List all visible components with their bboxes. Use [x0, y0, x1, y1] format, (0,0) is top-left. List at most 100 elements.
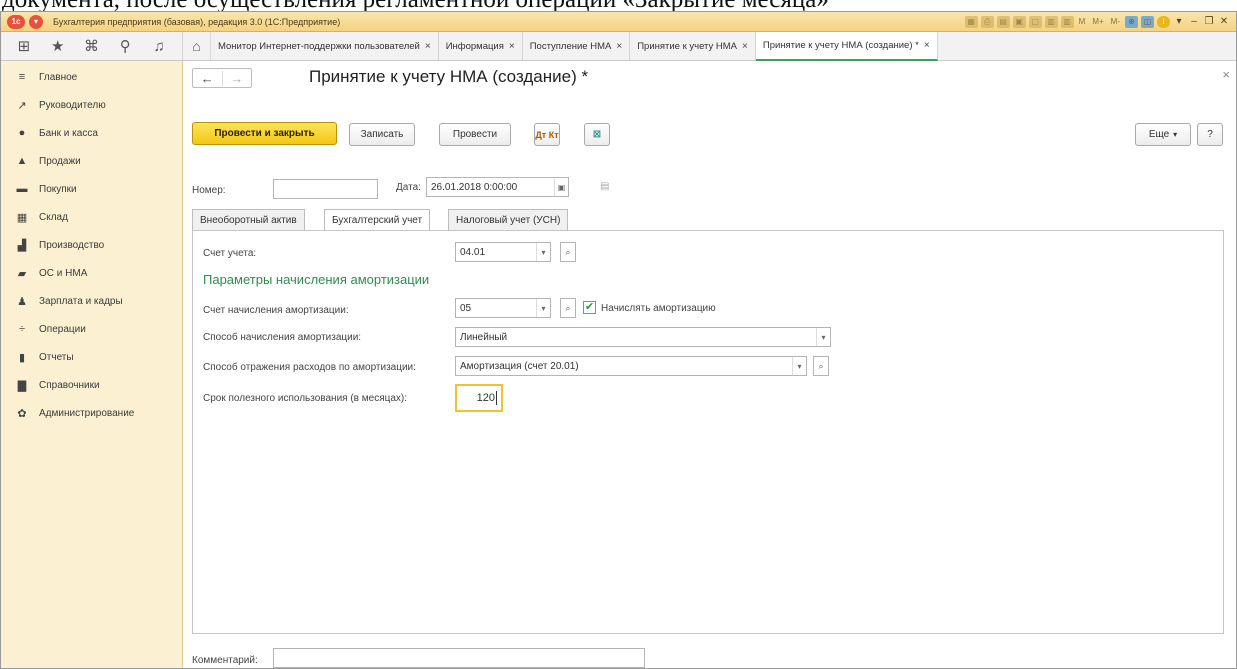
dt-kt-button[interactable]: Дт Кт — [534, 123, 560, 146]
open-link-icon[interactable]: ⌕ — [560, 242, 576, 262]
accrue-amortization-checkbox[interactable]: ✔ — [583, 301, 596, 314]
save-icon[interactable]: ▣ — [1012, 15, 1026, 28]
tab-close-icon[interactable]: × — [742, 41, 748, 52]
search-icon[interactable]: ⚲ — [115, 37, 135, 55]
minimize-icon[interactable]: – — [1188, 16, 1200, 27]
tab-close-icon[interactable]: × — [924, 40, 930, 51]
sidebar-item-operations[interactable]: ÷ Операции — [1, 315, 182, 343]
sidebar-item-label: Зарплата и кадры — [39, 295, 123, 307]
tab-close-icon[interactable]: × — [509, 41, 515, 52]
number-label: Номер: — [192, 185, 226, 196]
document-caption: документа, после осуществления регламент… — [0, 0, 1237, 13]
sidebar-item-main[interactable]: ≡ Главное — [1, 63, 182, 91]
bell-icon[interactable]: ♫ — [149, 38, 169, 55]
date-field[interactable]: 26.01.2018 0:00:00 ▣ — [426, 177, 569, 197]
sidebar-item-manager[interactable]: ↗ Руководителю — [1, 91, 182, 119]
more-button[interactable]: Еще ▾ — [1135, 123, 1191, 146]
dt-kt-icon: Дт Кт — [535, 129, 559, 140]
info-icon[interactable]: i — [1157, 15, 1170, 28]
open-link-icon[interactable]: ⌕ — [813, 356, 829, 376]
sidebar-item-production[interactable]: ▟ Производство — [1, 231, 182, 259]
memory-button[interactable]: M — [1077, 16, 1088, 28]
sidebar-item-payroll[interactable]: ♟ Зарплата и кадры — [1, 287, 182, 315]
tab-label: Принятие к учету НМА (создание) * — [762, 40, 919, 51]
close-window-icon[interactable]: ✕ — [1218, 16, 1230, 27]
restore-icon[interactable]: ❐ — [1203, 16, 1215, 27]
history-icon[interactable]: ⌘ — [81, 37, 101, 55]
number-field[interactable] — [273, 179, 378, 199]
apps-grid-icon[interactable]: ⊞ — [14, 37, 34, 55]
comment-field[interactable] — [273, 648, 645, 668]
tab-fixed-asset[interactable]: Внеоборотный актив — [192, 209, 305, 230]
sidebar-item-purchases[interactable]: ▬ Покупки — [1, 175, 182, 203]
sidebar-item-fixed-assets[interactable]: ▰ ОС и НМА — [1, 259, 182, 287]
sidebar-item-label: Справочники — [39, 379, 100, 391]
calendar-icon[interactable]: ▣ — [554, 178, 568, 196]
chevron-down-icon[interactable]: ▾ — [536, 299, 550, 317]
amort-account-field[interactable]: 05 ▾ — [455, 298, 551, 318]
tab-accounting[interactable]: Бухгалтерский учет — [324, 209, 431, 231]
post-and-close-button[interactable]: Провести и закрыть — [192, 122, 337, 145]
sidebar-item-label: Продажи — [39, 155, 81, 167]
more-label: Еще — [1148, 129, 1170, 140]
back-arrow-icon[interactable]: ← — [193, 71, 222, 86]
tab-close-icon[interactable]: × — [425, 41, 431, 52]
method-select[interactable]: Линейный ▾ — [455, 327, 831, 347]
open-link-icon[interactable]: ⌕ — [560, 298, 576, 318]
chevron-down-icon[interactable]: ▾ — [816, 328, 830, 346]
sidebar-item-label: Операции — [39, 323, 86, 335]
tab-close-icon[interactable]: × — [616, 41, 622, 52]
chevron-down-icon[interactable]: ▾ — [792, 357, 806, 375]
tab-tax-usn[interactable]: Налоговый учет (УСН) — [448, 209, 569, 230]
sidebar-item-warehouse[interactable]: ▦ Склад — [1, 203, 182, 231]
calendar2-icon[interactable]: ▥ — [1060, 15, 1074, 28]
person-icon: ♟ — [17, 295, 27, 308]
tab-nma-receipt[interactable]: Поступление НМА × — [523, 32, 631, 60]
tab-information[interactable]: Информация × — [439, 32, 523, 60]
post-button[interactable]: Провести — [439, 123, 511, 146]
print-icon[interactable]: ⎙ — [980, 15, 994, 28]
attachments-icon[interactable]: ▤ — [600, 181, 609, 192]
star-icon[interactable]: ★ — [48, 37, 68, 55]
grid-icon[interactable]: ▦ — [964, 15, 978, 28]
forward-arrow-icon[interactable]: → — [221, 70, 252, 86]
trend-icon: ↗ — [17, 99, 27, 112]
tab-nma-acceptance[interactable]: Принятие к учету НМА × — [630, 32, 756, 60]
sidebar-item-label: Производство — [39, 239, 105, 251]
account-field[interactable]: 04.01 ▾ — [455, 242, 551, 262]
save-button[interactable]: Записать — [349, 123, 415, 146]
home-icon[interactable]: ⌂ — [183, 32, 211, 60]
tab-monitor[interactable]: Монитор Интернет-поддержки пользователей… — [211, 32, 439, 60]
dt-kt-icon: ÷ — [18, 323, 26, 335]
sidebar-item-reports[interactable]: ▮ Отчеты — [1, 343, 182, 371]
sidebar-item-bank[interactable]: ● Банк и касса — [1, 119, 182, 147]
method-value: Линейный — [460, 331, 508, 343]
layout-icon[interactable]: ◫ — [1141, 15, 1154, 28]
help-button[interactable]: ? — [1197, 123, 1223, 146]
zoom-icon[interactable]: ⊕ — [1125, 15, 1138, 28]
app-logo-icon[interactable]: 1с — [7, 14, 25, 29]
memory-minus-button[interactable]: M- — [1109, 16, 1122, 28]
sidebar-item-directories[interactable]: ▇ Справочники — [1, 371, 182, 399]
chevron-down-icon[interactable]: ▾ — [1173, 16, 1185, 27]
copy-icon[interactable]: ▢ — [1028, 15, 1042, 28]
expense-field[interactable]: Амортизация (счет 20.01) ▾ — [455, 356, 807, 376]
warehouse-icon: ▦ — [16, 211, 28, 224]
tab-label: Информация — [445, 40, 504, 52]
account-value: 04.01 — [460, 246, 486, 258]
tab-nma-acceptance-new[interactable]: Принятие к учету НМА (создание) * × — [755, 32, 938, 61]
sidebar-item-administration[interactable]: ✿ Администрирование — [1, 399, 182, 427]
structure-button[interactable]: ⊠ — [584, 123, 610, 146]
comment-label: Комментарий: — [192, 655, 258, 666]
close-icon[interactable]: × — [1222, 67, 1230, 82]
memory-plus-button[interactable]: M+ — [1090, 16, 1105, 28]
useful-life-input[interactable]: 120 — [455, 384, 503, 412]
chevron-down-icon[interactable]: ▾ — [536, 243, 550, 261]
useful-life-value: 120 — [476, 392, 495, 404]
sidebar-item-sales[interactable]: ▲ Продажи — [1, 147, 182, 175]
app-menu-icon[interactable]: ▾ — [29, 14, 43, 29]
accounting-panel: Счет учета: 04.01 ▾ ⌕ Параметры начислен… — [192, 230, 1224, 634]
preview-icon[interactable]: ▤ — [996, 15, 1010, 28]
date-label: Дата: — [396, 182, 421, 193]
calendar-icon[interactable]: ▥ — [1044, 15, 1058, 28]
